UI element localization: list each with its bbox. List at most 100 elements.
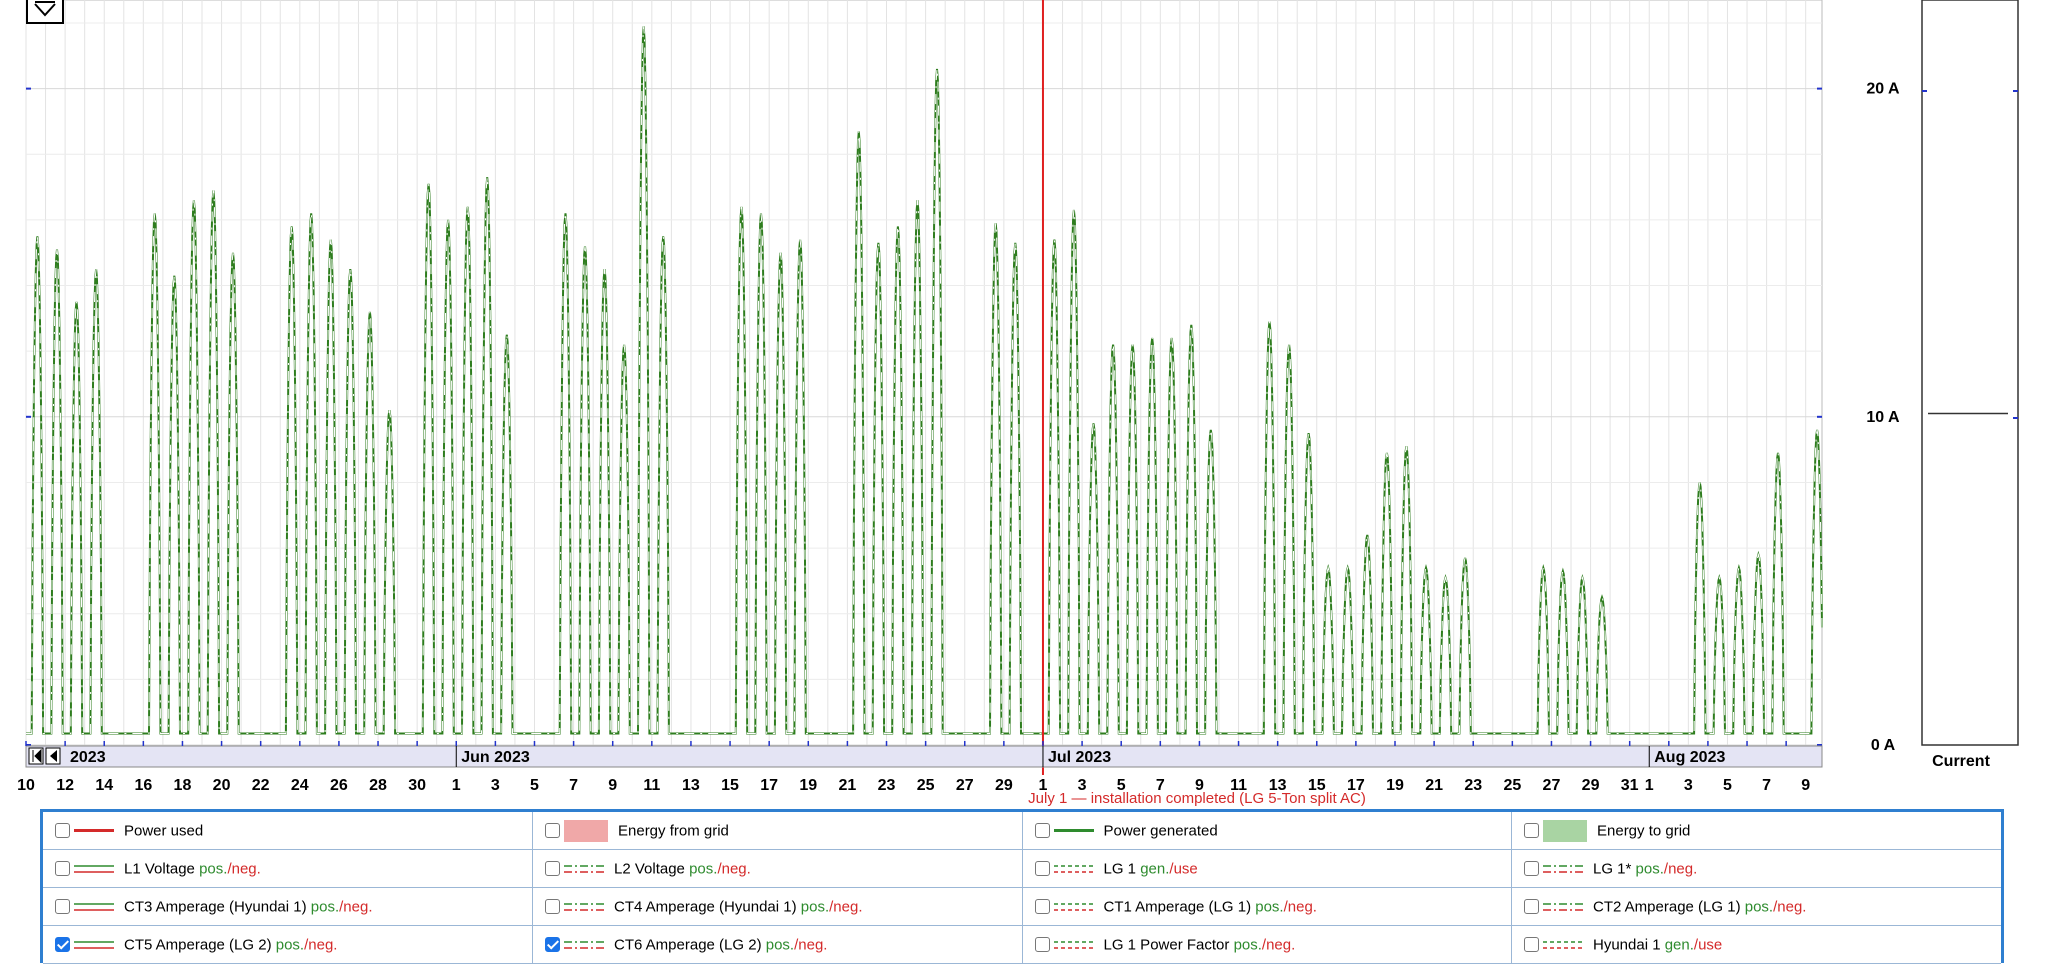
legend-item[interactable]: Power used bbox=[43, 812, 533, 850]
x-tick-label: 29 bbox=[995, 777, 1013, 794]
legend-suffix-negative: neg. bbox=[721, 860, 751, 878]
legend-item[interactable]: Power generated bbox=[1021, 812, 1512, 850]
x-tick-label: 26 bbox=[330, 777, 348, 794]
y-tick-label: 20 A bbox=[1866, 81, 1900, 98]
legend-item[interactable]: CT2 Amperage (LG 1) pos./neg. bbox=[1511, 887, 2001, 926]
legend-item[interactable]: Energy from grid bbox=[532, 812, 1023, 850]
legend-checkbox[interactable] bbox=[55, 861, 70, 877]
legend-item[interactable]: CT5 Amperage (LG 2) pos./neg. bbox=[43, 925, 533, 964]
legend-label: CT6 Amperage (LG 2) bbox=[614, 936, 762, 954]
month-label: 2023 bbox=[70, 749, 106, 766]
legend-suffix-positive: pos. bbox=[1233, 936, 1262, 954]
legend-checkbox[interactable] bbox=[1034, 861, 1050, 877]
legend-suffix-positive: gen. bbox=[1140, 860, 1170, 878]
x-tick-label: 9 bbox=[1801, 777, 1810, 794]
x-tick-label: 14 bbox=[95, 777, 113, 794]
x-axis: 10 12 14 16 18 20 22 24 26 28 30 1 3 5 7 9 11 13 15 17 19 21 2… bbox=[17, 777, 1810, 794]
x-tick-label: 1 bbox=[1645, 777, 1654, 794]
legend-checkbox[interactable] bbox=[55, 899, 70, 915]
legend-swatch bbox=[1053, 941, 1094, 949]
legend-label: LG 1* bbox=[1593, 860, 1632, 878]
legend-item[interactable]: LG 1 gen./use bbox=[1021, 849, 1512, 888]
navigator-bar[interactable] bbox=[25, 745, 1823, 768]
legend-label: Energy to grid bbox=[1597, 822, 1691, 839]
x-tick-label: 21 bbox=[839, 777, 857, 794]
legend-checkbox[interactable] bbox=[545, 937, 560, 953]
legend-checkbox[interactable] bbox=[1524, 899, 1539, 915]
legend-swatch bbox=[1053, 903, 1094, 911]
collapse-toggle[interactable] bbox=[26, 0, 64, 24]
legend-suffix-negative: use bbox=[1698, 936, 1723, 954]
x-tick-label: 19 bbox=[799, 777, 817, 794]
legend-checkbox[interactable] bbox=[1034, 823, 1050, 839]
legend-suffix-positive: pos. bbox=[275, 936, 305, 954]
x-tick-label: 3 bbox=[491, 777, 500, 794]
legend-checkbox[interactable] bbox=[1034, 899, 1050, 915]
x-tick-label: 19 bbox=[1386, 777, 1404, 794]
x-tick-label: 23 bbox=[878, 777, 896, 794]
chevron-down-icon bbox=[34, 1, 56, 17]
legend-suffix-negative: neg. bbox=[231, 860, 261, 878]
legend-checkbox[interactable] bbox=[1524, 861, 1539, 877]
legend-item[interactable]: Energy to grid bbox=[1511, 812, 2001, 850]
annotation-text: July 1 — installation completed (LG 5-To… bbox=[1028, 790, 1366, 807]
legend-swatch bbox=[564, 941, 604, 949]
legend-label: CT3 Amperage (Hyundai 1) bbox=[124, 898, 307, 916]
legend-item[interactable]: CT3 Amperage (Hyundai 1) pos./neg. bbox=[43, 887, 533, 926]
legend-item[interactable]: CT6 Amperage (LG 2) pos./neg. bbox=[532, 925, 1023, 964]
legend-item[interactable]: Hyundai 1 gen./use bbox=[1511, 925, 2001, 964]
y-tick-label: 0 A bbox=[1871, 737, 1896, 754]
legend-label: CT5 Amperage (LG 2) bbox=[124, 936, 272, 954]
x-tick-label: 20 bbox=[213, 777, 231, 794]
legend-suffix-positive: gen. bbox=[1664, 936, 1694, 954]
x-tick-label: 3 bbox=[1684, 777, 1693, 794]
month-label: Aug 2023 bbox=[1654, 749, 1725, 766]
series-legend: Power used Energy from grid Power generate… bbox=[40, 809, 2004, 964]
x-tick-label: 29 bbox=[1582, 777, 1600, 794]
current-gauge bbox=[1921, 0, 2019, 746]
legend-label: Power used bbox=[124, 822, 204, 840]
legend-item[interactable]: L2 Voltage pos./neg. bbox=[532, 849, 1023, 888]
legend-label: Energy from grid bbox=[618, 822, 729, 839]
legend-item[interactable]: LG 1* pos./neg. bbox=[1511, 849, 2001, 888]
legend-suffix-positive: pos. bbox=[1635, 860, 1664, 878]
legend-swatch bbox=[1543, 941, 1583, 949]
legend-checkbox[interactable] bbox=[545, 899, 560, 915]
legend-label: LG 1 bbox=[1103, 860, 1137, 878]
legend-item[interactable]: CT4 Amperage (Hyundai 1) pos./neg. bbox=[532, 887, 1023, 926]
legend-item[interactable]: CT1 Amperage (LG 1) pos./neg. bbox=[1021, 887, 1512, 926]
legend-checkbox[interactable] bbox=[545, 861, 560, 877]
legend-label: Power generated bbox=[1103, 822, 1218, 840]
legend-suffix-negative: neg. bbox=[308, 936, 338, 954]
x-tick-label: 1 bbox=[452, 777, 461, 794]
x-tick-label: 17 bbox=[760, 777, 778, 794]
legend-swatch bbox=[564, 865, 604, 873]
x-tick-label: 24 bbox=[291, 777, 309, 794]
legend-swatch bbox=[74, 865, 114, 873]
legend-suffix-positive: pos. bbox=[800, 898, 830, 916]
legend-swatch bbox=[1543, 865, 1583, 873]
x-tick-label: 5 bbox=[530, 777, 539, 794]
x-tick-label: 22 bbox=[252, 777, 270, 794]
legend-row: CT5 Amperage (LG 2) pos./neg. CT6 Amperag… bbox=[43, 925, 2001, 964]
x-tick-label: 25 bbox=[917, 777, 935, 794]
x-tick-label: 30 bbox=[408, 777, 426, 794]
legend-item[interactable]: L1 Voltage pos./neg. bbox=[43, 849, 533, 888]
legend-swatch bbox=[74, 829, 114, 833]
legend-swatch bbox=[1053, 829, 1094, 833]
legend-label: CT4 Amperage (Hyundai 1) bbox=[614, 898, 797, 916]
legend-checkbox[interactable] bbox=[1524, 937, 1539, 953]
legend-checkbox[interactable] bbox=[545, 823, 560, 838]
legend-swatch bbox=[1543, 819, 1587, 842]
legend-checkbox[interactable] bbox=[55, 937, 70, 953]
legend-label: CT1 Amperage (LG 1) bbox=[1103, 898, 1252, 916]
legend-item[interactable]: LG 1 Power Factor pos./neg. bbox=[1021, 925, 1512, 964]
legend-suffix-positive: pos. bbox=[765, 936, 795, 954]
legend-checkbox[interactable] bbox=[55, 823, 70, 839]
legend-checkbox[interactable] bbox=[1034, 937, 1050, 953]
legend-checkbox[interactable] bbox=[1524, 823, 1539, 838]
legend-suffix-positive: pos. bbox=[310, 898, 340, 916]
x-tick-label: 16 bbox=[134, 777, 152, 794]
legend-label: Hyundai 1 bbox=[1593, 936, 1661, 954]
legend-suffix-positive: pos. bbox=[199, 860, 228, 878]
